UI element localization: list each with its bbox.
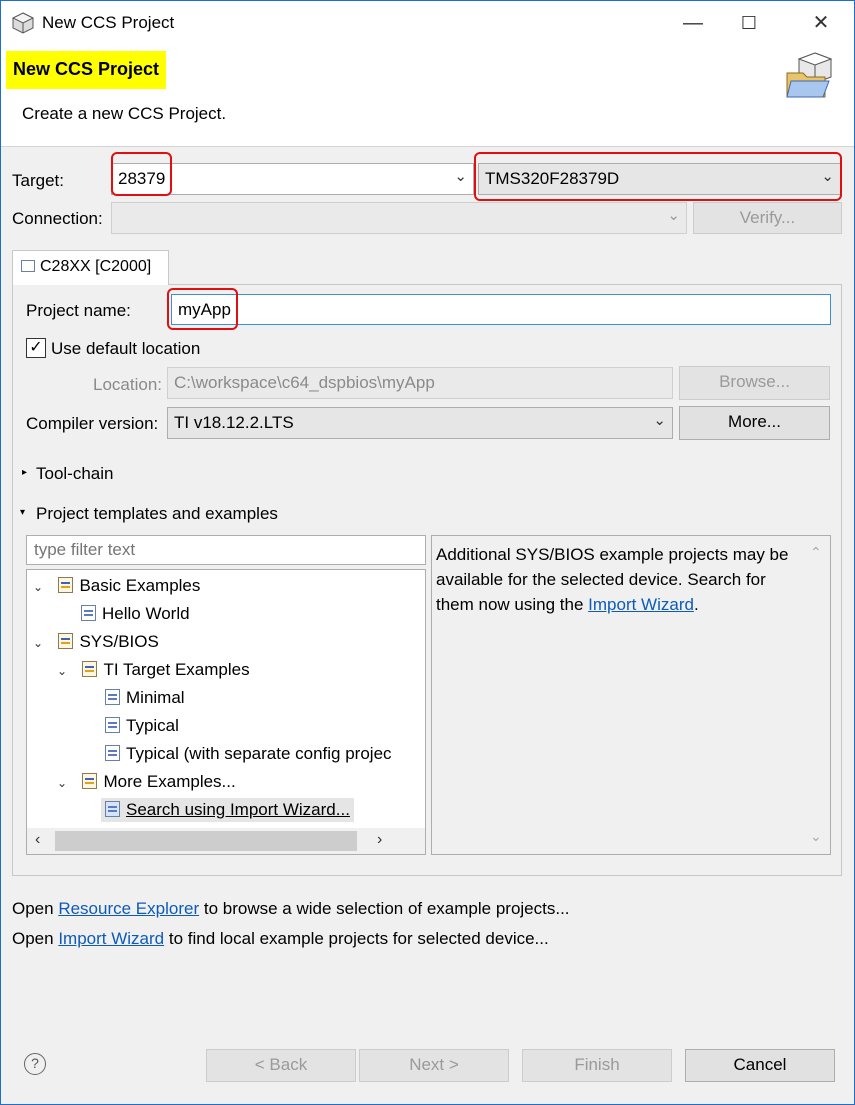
description-suffix: . xyxy=(693,595,699,614)
tree-item-search-import-wizard[interactable]: Search using Import Wizard... xyxy=(101,798,354,822)
description-panel: Additional SYS/BIOS example projects may… xyxy=(431,535,831,855)
project-name-input[interactable]: myApp xyxy=(171,294,831,325)
target-label: Target: xyxy=(12,171,64,190)
close-icon[interactable]: ✕ xyxy=(809,11,833,35)
help-icon[interactable]: ? xyxy=(24,1053,46,1075)
location-input[interactable]: C:\workspace\c64_dspbios\myApp xyxy=(167,367,673,399)
tree-item-basic-examples[interactable]: ⌄ Basic Examples xyxy=(33,574,200,598)
scroll-left-icon[interactable]: ‹ xyxy=(35,831,40,849)
import-wizard-line: Open Import Wizard to find local example… xyxy=(12,929,549,949)
footer-import-wizard-link[interactable]: Import Wizard xyxy=(58,929,164,948)
tree-item-label: TI Target Examples xyxy=(103,660,250,679)
location-value: C:\workspace\c64_dspbios\myApp xyxy=(174,373,435,392)
location-label: Location: xyxy=(93,375,162,394)
tree-item-typical[interactable]: Typical xyxy=(105,714,179,738)
page-subtitle: Create a new CCS Project. xyxy=(22,104,227,123)
back-button[interactable]: < Back xyxy=(206,1049,356,1082)
example-icon xyxy=(105,689,120,705)
finish-button[interactable]: Finish xyxy=(522,1049,672,1082)
maximize-icon[interactable]: ☐ xyxy=(737,11,761,35)
tree-item-more-examples[interactable]: ⌄ More Examples... xyxy=(57,770,236,794)
compiler-version-label: Compiler version: xyxy=(26,414,159,433)
connection-label: Connection: xyxy=(12,209,103,228)
footer-text: Open xyxy=(12,929,54,948)
filter-input[interactable] xyxy=(26,535,426,565)
project-folder-icon xyxy=(82,661,98,677)
example-icon xyxy=(105,717,120,733)
browse-button[interactable]: Browse... xyxy=(679,366,830,400)
tree-item-label: Typical (with separate config projec xyxy=(126,744,392,763)
tree-item-label: Basic Examples xyxy=(79,576,201,595)
compiler-version-value: TI v18.12.2.LTS xyxy=(174,413,294,432)
scroll-up-icon[interactable]: ⌃ xyxy=(810,544,822,561)
connection-combo[interactable]: ⌄ xyxy=(111,202,687,234)
tree-item-label: Search using Import Wizard... xyxy=(126,800,350,819)
compiler-version-combo[interactable]: TI v18.12.2.LTS ⌄ xyxy=(167,407,673,439)
project-wizard-icon xyxy=(786,52,833,98)
page-title: New CCS Project xyxy=(6,51,167,89)
tree-item-label: Hello World xyxy=(102,604,190,623)
next-button[interactable]: Next > xyxy=(359,1049,509,1082)
use-default-location-checkbox[interactable]: ✓ xyxy=(26,338,46,358)
tab-c28xx[interactable]: C28XX [C2000] xyxy=(12,250,169,285)
device-icon xyxy=(21,260,35,272)
chevron-down-icon[interactable]: ⌄ xyxy=(667,206,680,224)
project-name-label: Project name: xyxy=(26,301,131,320)
chevron-down-icon[interactable]: ⌄ xyxy=(454,167,467,185)
tree-item-label: More Examples... xyxy=(103,772,236,791)
tree-item-label: Typical xyxy=(126,716,179,735)
project-folder-icon xyxy=(82,773,98,789)
tree-vertical-scrollbar[interactable]: ⌃ ⌄ xyxy=(425,570,426,828)
tree-item-typical-separate-config[interactable]: Typical (with separate config projec xyxy=(105,742,392,766)
minimize-icon[interactable]: — xyxy=(681,11,705,35)
templates-section[interactable]: Project templates and examples xyxy=(36,504,278,524)
use-default-location-label: Use default location xyxy=(51,339,201,358)
resource-explorer-link[interactable]: Resource Explorer xyxy=(58,899,199,918)
annotation-box xyxy=(111,152,172,196)
footer-text: to browse a wide selection of example pr… xyxy=(203,899,570,918)
templates-tree[interactable]: ⌄ Basic Examples Hello World ⌄ SYS/BIOS … xyxy=(26,569,426,855)
ccs-app-icon xyxy=(12,12,34,34)
tree-item-ti-target-examples[interactable]: ⌄ TI Target Examples xyxy=(57,658,250,682)
project-folder-icon xyxy=(58,577,74,593)
footer-text: Open xyxy=(12,899,54,918)
cancel-button[interactable]: Cancel xyxy=(685,1049,835,1082)
example-icon xyxy=(105,745,120,761)
new-ccs-project-window: New CCS Project — ☐ ✕ New CCS Project Cr… xyxy=(0,0,855,1105)
scroll-right-icon[interactable]: › xyxy=(377,831,382,849)
toolchain-expand-icon[interactable]: ▸ xyxy=(22,467,27,478)
tree-item-minimal[interactable]: Minimal xyxy=(105,686,185,710)
annotation-box xyxy=(167,288,238,330)
example-icon xyxy=(81,605,96,621)
scroll-down-icon[interactable]: ⌄ xyxy=(810,828,822,845)
window-title: New CCS Project xyxy=(42,13,175,32)
tree-horizontal-scrollbar[interactable]: ‹ › xyxy=(27,828,425,854)
import-wizard-link[interactable]: Import Wizard xyxy=(588,595,694,614)
resource-explorer-line: Open Resource Explorer to browse a wide … xyxy=(12,899,570,919)
scrollbar-thumb[interactable] xyxy=(55,831,357,851)
chevron-down-icon[interactable]: ⌄ xyxy=(653,411,666,429)
tab-c28xx-label: C28XX [C2000] xyxy=(40,258,152,275)
toolchain-section[interactable]: Tool-chain xyxy=(36,464,114,484)
folder-icon xyxy=(105,801,120,817)
tree-item-label: SYS/BIOS xyxy=(79,632,159,651)
tree-item-label: Minimal xyxy=(126,688,185,707)
annotation-box xyxy=(474,152,842,201)
templates-collapse-icon[interactable]: ▾ xyxy=(20,507,25,518)
description-text: Additional SYS/BIOS example projects may… xyxy=(436,542,804,617)
footer-text: to find local example projects for selec… xyxy=(168,929,549,948)
verify-button[interactable]: Verify... xyxy=(693,202,842,234)
project-folder-icon xyxy=(58,633,74,649)
tree-item-hello-world[interactable]: Hello World xyxy=(81,602,190,626)
tree-item-sysbios[interactable]: ⌄ SYS/BIOS xyxy=(33,630,159,654)
more-button[interactable]: More... xyxy=(679,406,830,440)
